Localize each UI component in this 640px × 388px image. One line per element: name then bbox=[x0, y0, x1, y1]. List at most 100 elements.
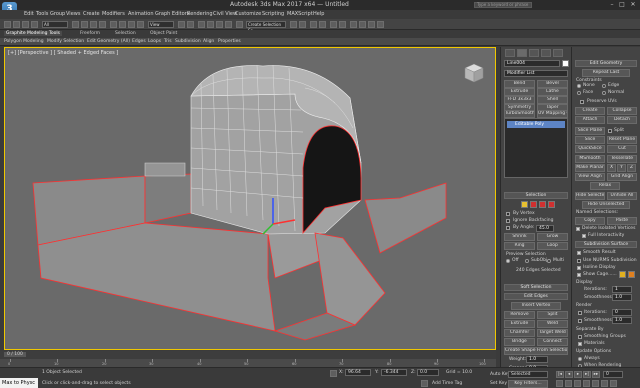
full-interactivity-checkbox[interactable] bbox=[582, 234, 586, 238]
select-by-name-icon[interactable] bbox=[81, 21, 88, 28]
polygon-mode-icon[interactable] bbox=[548, 201, 555, 208]
slice-plane-button[interactable]: Slice Plane bbox=[575, 127, 605, 135]
edit-named-sets-icon[interactable] bbox=[236, 21, 243, 28]
cut-button[interactable]: Cut bbox=[607, 145, 637, 153]
tab-selection[interactable]: Selection bbox=[115, 31, 136, 36]
stack-item-editable-poly[interactable]: Editable Poly bbox=[507, 121, 565, 128]
planar-x-button[interactable]: X bbox=[607, 164, 616, 172]
slice-button[interactable]: Slice bbox=[575, 136, 605, 144]
window-crossing-icon[interactable] bbox=[99, 21, 106, 28]
modifier-stack[interactable]: Editable Poly bbox=[504, 118, 568, 178]
close-icon[interactable]: ✕ bbox=[629, 1, 637, 8]
chamfer-button[interactable]: Chamfer bbox=[504, 329, 535, 337]
extrude-button[interactable]: Extrude bbox=[504, 320, 535, 328]
target-weld-button[interactable]: Target Weld bbox=[537, 329, 568, 337]
loop-button[interactable]: Loop bbox=[537, 242, 568, 250]
play-icon[interactable]: ▸ bbox=[574, 371, 582, 378]
msmooth-button[interactable]: MSmooth bbox=[575, 155, 605, 163]
ribbon-geometry-all[interactable]: Geometry (All) bbox=[97, 39, 130, 44]
time-slider[interactable]: 0 / 100 bbox=[0, 351, 496, 359]
move-icon[interactable] bbox=[110, 21, 117, 28]
show-cage-checkbox[interactable] bbox=[577, 273, 581, 277]
selection-filter-dropdown[interactable]: All bbox=[42, 21, 68, 28]
unhide-all-button[interactable]: Unhide All bbox=[607, 192, 637, 200]
detach-button[interactable]: Detach bbox=[607, 116, 637, 124]
maxscript-listener-input[interactable]: Max to Physc bbox=[0, 378, 38, 388]
ribbon-edit[interactable]: Edit bbox=[87, 39, 96, 44]
quickslice-button[interactable]: QuickSlice bbox=[575, 145, 605, 153]
ring-button[interactable]: Ring bbox=[504, 242, 535, 250]
menu-customize[interactable]: Customize bbox=[235, 11, 261, 17]
soft-selection-rollout[interactable]: Soft Selection bbox=[504, 284, 568, 291]
tab-graphite-modeling[interactable]: Graphite Modeling Tools bbox=[4, 31, 63, 36]
zoom-extents-icon[interactable] bbox=[574, 380, 581, 387]
rect-selection-icon[interactable] bbox=[90, 21, 97, 28]
split-checkbox[interactable] bbox=[608, 129, 612, 133]
update-always-radio[interactable] bbox=[578, 357, 582, 361]
schematic-view-icon[interactable] bbox=[339, 21, 346, 28]
undo-icon[interactable] bbox=[4, 21, 11, 28]
current-frame-input[interactable]: 0 bbox=[603, 371, 623, 378]
lock-selection-icon[interactable] bbox=[330, 370, 337, 377]
ribbon-subdivision[interactable]: Subdivision bbox=[175, 39, 201, 44]
zoom-all-icon[interactable] bbox=[565, 380, 572, 387]
render-setup-icon[interactable] bbox=[359, 21, 366, 28]
layer-explorer-icon[interactable] bbox=[319, 21, 326, 28]
menu-edit[interactable]: Edit bbox=[24, 11, 34, 17]
maximize-icon[interactable]: □ bbox=[618, 1, 626, 8]
angle-snap-icon[interactable] bbox=[207, 21, 214, 28]
by-angle-checkbox[interactable] bbox=[506, 226, 510, 230]
shrink-button[interactable]: Shrink bbox=[504, 233, 535, 241]
hide-selected-button[interactable]: Hide Selected bbox=[575, 192, 605, 200]
menu-create[interactable]: Create bbox=[83, 11, 100, 17]
z-coordinate[interactable]: 0.0 bbox=[417, 369, 439, 376]
pan-icon[interactable] bbox=[592, 380, 599, 387]
isoline-display-checkbox[interactable] bbox=[577, 266, 581, 270]
reference-coord-dropdown[interactable]: View bbox=[148, 21, 174, 28]
create-button[interactable]: Create bbox=[575, 107, 605, 115]
preserve-uvs-checkbox[interactable] bbox=[580, 100, 584, 104]
y-coordinate[interactable]: -6.344 bbox=[381, 369, 407, 376]
smooth-result-checkbox[interactable] bbox=[577, 251, 581, 255]
repeat-last-button[interactable]: Repeat Last bbox=[582, 69, 630, 77]
named-selection-dropdown[interactable]: Create Selection Se bbox=[246, 21, 286, 33]
turbosmooth-button[interactable]: TurboSmooth bbox=[504, 110, 535, 118]
edge-mode-icon[interactable] bbox=[530, 201, 537, 208]
key-filters-button[interactable]: Key Filters... bbox=[508, 380, 548, 388]
search-input[interactable]: Type a keyword or phrase bbox=[474, 2, 532, 8]
add-time-tag[interactable]: Add Time Tag bbox=[432, 381, 462, 386]
go-to-start-icon[interactable]: |◂ bbox=[556, 371, 564, 378]
display-tab-icon[interactable] bbox=[553, 49, 563, 57]
border-mode-icon[interactable] bbox=[539, 201, 546, 208]
bend-button[interactable]: Bend bbox=[504, 80, 535, 88]
select-object-icon[interactable] bbox=[72, 21, 79, 28]
mesh-canvas[interactable] bbox=[5, 48, 496, 350]
time-slider-thumb[interactable]: 0 / 100 bbox=[4, 352, 26, 357]
scene-explorer-icon[interactable] bbox=[310, 21, 317, 28]
reset-plane-button[interactable]: Reset Plane bbox=[607, 136, 637, 144]
smoothing-groups-checkbox[interactable] bbox=[578, 335, 582, 339]
insert-vertex-button[interactable]: Insert Vertex bbox=[511, 302, 561, 310]
copy-button[interactable]: Copy bbox=[575, 217, 605, 225]
grid-align-button[interactable]: Grid Align bbox=[607, 173, 637, 181]
perspective-viewport[interactable]: [+] [Perspective ] [ Shaded + Edged Face… bbox=[4, 47, 496, 350]
selection-rollout[interactable]: Selection bbox=[504, 192, 568, 199]
ribbon-align[interactable]: Align bbox=[203, 39, 214, 44]
unlink-icon[interactable] bbox=[31, 21, 38, 28]
materials-checkbox[interactable] bbox=[578, 342, 582, 346]
field-of-view-icon[interactable] bbox=[583, 380, 590, 387]
paste-button[interactable]: Paste bbox=[607, 217, 637, 225]
next-frame-icon[interactable]: ▸| bbox=[583, 371, 591, 378]
time-tag-icon[interactable] bbox=[421, 380, 428, 387]
preview-multi-radio[interactable] bbox=[547, 259, 551, 263]
remove-button[interactable]: Remove bbox=[504, 311, 535, 319]
connect-button[interactable]: Connect bbox=[537, 338, 568, 346]
menu-maxscript[interactable]: MAXScript bbox=[287, 11, 313, 17]
ribbon-loops[interactable]: Loops bbox=[148, 39, 161, 44]
go-to-end-icon[interactable]: ▸▸ bbox=[592, 371, 600, 378]
menu-modifiers[interactable]: Modifiers bbox=[102, 11, 125, 17]
ribbon-tris[interactable]: Tris bbox=[164, 39, 172, 44]
material-editor-icon[interactable] bbox=[350, 21, 357, 28]
key-mode-dropdown[interactable]: Selected bbox=[508, 371, 548, 378]
select-manipulate-icon[interactable] bbox=[187, 21, 194, 28]
